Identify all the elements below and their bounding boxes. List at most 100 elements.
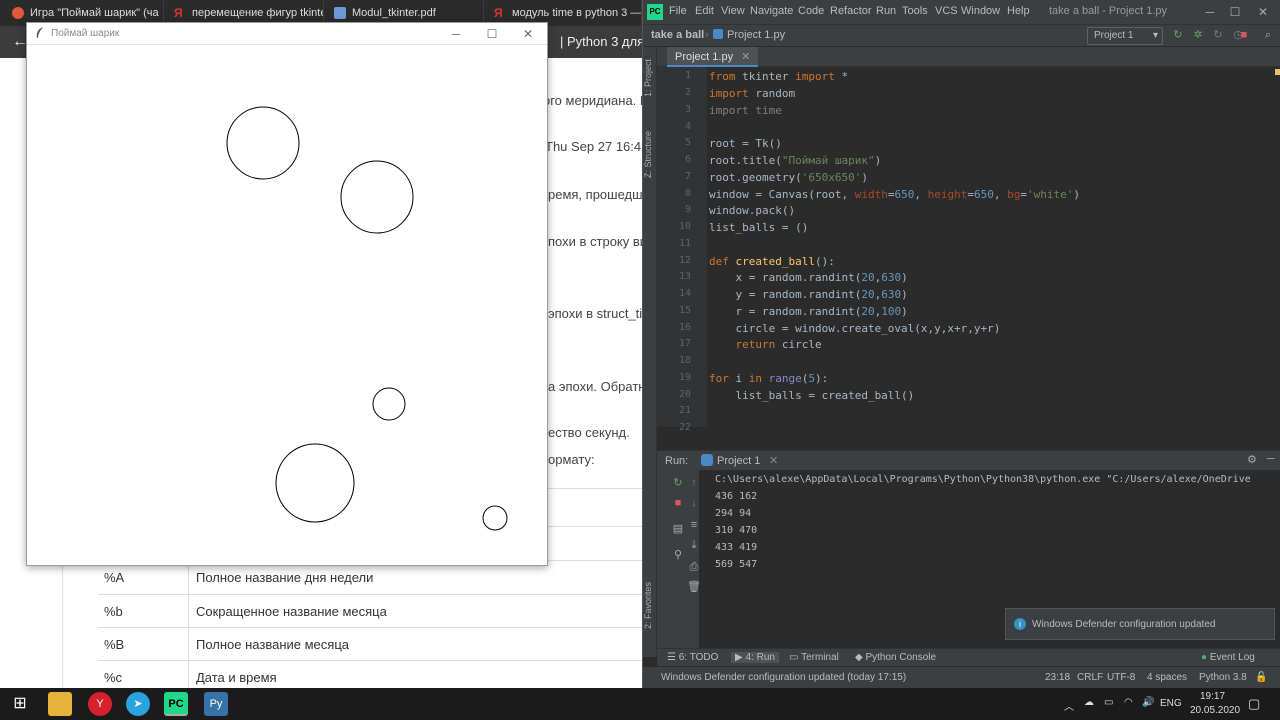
menu-view[interactable]: View (721, 5, 745, 17)
close-icon[interactable]: ✕ (1252, 3, 1274, 21)
notifications-icon[interactable]: ▢ (1248, 696, 1260, 712)
todo-tool-button[interactable]: ☰ 6: TODO (667, 652, 718, 663)
tk-window-title: Поймай шарик (51, 28, 120, 39)
line-separator[interactable]: CRLF (1077, 672, 1103, 683)
rerun-icon[interactable]: ↻ (1171, 28, 1185, 42)
menu-code[interactable]: Code (798, 5, 824, 17)
browser-tab-label: модуль time в python 3 — (512, 7, 642, 19)
article-text-fragment: похи в строку вид (548, 234, 655, 249)
menu-vcs[interactable]: VCS (935, 5, 958, 17)
code-editor[interactable]: from tkinter import * import random impo… (707, 67, 1277, 427)
close-icon[interactable]: ✕ (741, 51, 750, 63)
event-log-button[interactable]: ● Event Log (1201, 652, 1255, 663)
code-line: y = random.randint(20,630) (709, 288, 908, 301)
python-icon (701, 454, 713, 466)
ball-1[interactable] (226, 106, 300, 180)
maximize-icon[interactable]: ☐ (1224, 3, 1246, 21)
run-tab-label[interactable]: Project 1 (717, 455, 760, 467)
layout-icon[interactable]: ▤ (671, 522, 685, 536)
python-console-button[interactable]: ◆ Python Console (855, 652, 936, 663)
line-number: 17 (678, 338, 691, 349)
editor-tab-project1[interactable]: Project 1.py ✕ (667, 47, 759, 67)
structure-tool-tab[interactable]: Z: Structure (643, 123, 657, 185)
run-config-select[interactable]: Project 1 ▾ (1087, 27, 1163, 45)
stop-icon[interactable]: ■ (1237, 28, 1251, 42)
menu-window[interactable]: Window (961, 5, 1000, 17)
windows-start-icon[interactable]: ⊞ (8, 692, 32, 716)
console-line: 294 94 (715, 508, 752, 519)
coverage-icon[interactable]: ↻ (1211, 28, 1225, 42)
menu-navigate[interactable]: Navigate (750, 5, 793, 17)
article-text-fragment: эпохи в struct_tim (548, 306, 653, 321)
article-text-fragment: ество секунд. (548, 425, 630, 440)
run-tool-button[interactable]: ▶ 4: Run (731, 652, 779, 663)
minimize-icon[interactable]: ─ (1199, 3, 1221, 21)
tray-chevron-icon[interactable]: ︿ (1064, 698, 1074, 713)
network-icon[interactable]: ▭ (1104, 697, 1113, 708)
pycharm-taskbar-icon[interactable]: PC (164, 692, 188, 716)
console-line: C:\Users\alexe\AppData\Local\Programs\Py… (715, 474, 1251, 485)
terminal-tool-button[interactable]: ▭ Terminal (789, 652, 839, 663)
close-icon[interactable]: ✕ (515, 25, 541, 43)
breadcrumb-separator: › (705, 29, 709, 41)
table-cell-code: %A (104, 570, 125, 585)
cloud-icon[interactable]: ☁ (1084, 697, 1094, 708)
file-encoding[interactable]: UTF-8 (1107, 672, 1135, 683)
game-canvas[interactable] (27, 45, 547, 565)
lock-icon[interactable]: 🔓 (1255, 672, 1267, 683)
clock-date[interactable]: 20.05.2020 (1190, 705, 1240, 716)
favorites-tool-tab[interactable]: 2: Favorites (643, 577, 657, 633)
maximize-icon[interactable]: ☐ (479, 25, 505, 43)
status-message: Windows Defender configuration updated (… (661, 672, 907, 683)
yandex-icon: Я (174, 6, 183, 20)
minimize-icon[interactable]: ─ (443, 25, 469, 43)
line-number: 7 (684, 171, 691, 182)
run-panel-header: Run: Project 1 ✕ ⚙ ─ (657, 450, 1280, 470)
menu-tools[interactable]: Tools (902, 5, 928, 17)
input-language[interactable]: ENG (1160, 698, 1182, 709)
telegram-icon[interactable]: ➤ (126, 692, 150, 716)
line-number: 21 (678, 405, 691, 416)
menu-file[interactable]: File (669, 5, 687, 17)
wifi-icon[interactable]: ◠ (1124, 697, 1133, 708)
ball-2[interactable] (340, 160, 414, 234)
python-taskbar-icon[interactable]: Py (204, 692, 228, 716)
code-line: from tkinter import * (709, 70, 849, 83)
ball-3[interactable] (372, 387, 406, 421)
project-tool-tab[interactable]: 1: Project (643, 53, 657, 103)
yandex-browser-icon[interactable]: Y (88, 692, 112, 716)
menu-edit[interactable]: Edit (695, 5, 714, 17)
rerun-icon[interactable]: ↻ (671, 476, 685, 490)
code-line: def created_ball(): (709, 255, 835, 268)
pin-icon[interactable]: ⚲ (671, 548, 685, 562)
search-icon[interactable]: ⌕ (1261, 28, 1275, 42)
volume-icon[interactable]: 🔊 (1142, 697, 1154, 708)
line-number: 11 (678, 238, 691, 249)
hide-icon[interactable]: ─ (1267, 453, 1275, 465)
menu-help[interactable]: Help (1007, 5, 1030, 17)
caret-position[interactable]: 23:18 (1045, 672, 1070, 683)
tk-title-bar[interactable]: Поймай шарик ─ ☐ ✕ (27, 23, 547, 45)
breadcrumb-file[interactable]: Project 1.py (727, 29, 785, 41)
run-tool-label: 4: Run (745, 652, 775, 663)
debug-icon[interactable]: ✲ (1191, 28, 1205, 42)
menu-run[interactable]: Run (876, 5, 896, 17)
stop-icon[interactable]: ■ (671, 496, 685, 510)
ball-4[interactable] (275, 443, 355, 523)
ball-5[interactable] (482, 505, 508, 531)
status-bar: Windows Defender configuration updated (… (643, 666, 1280, 688)
interpreter-select[interactable]: Python 3.8 (1199, 672, 1247, 683)
table-row: %b Сокращенное название месяца (98, 594, 642, 628)
gear-icon[interactable]: ⚙ (1247, 453, 1257, 466)
indent-setting[interactable]: 4 spaces (1147, 672, 1187, 683)
close-icon[interactable]: ✕ (769, 454, 778, 467)
menu-refactor[interactable]: Refactor (830, 5, 872, 17)
console-line: 433 419 (715, 542, 758, 553)
code-line: return circle (735, 338, 822, 351)
file-explorer-icon[interactable] (48, 692, 72, 716)
editor-scrollbar[interactable] (1273, 67, 1280, 427)
clock-time[interactable]: 19:17 (1200, 691, 1225, 702)
breadcrumb-project[interactable]: take a ball (651, 29, 704, 41)
python-file-icon (713, 29, 723, 39)
notification-balloon[interactable]: i Windows Defender configuration updated (1005, 608, 1275, 640)
